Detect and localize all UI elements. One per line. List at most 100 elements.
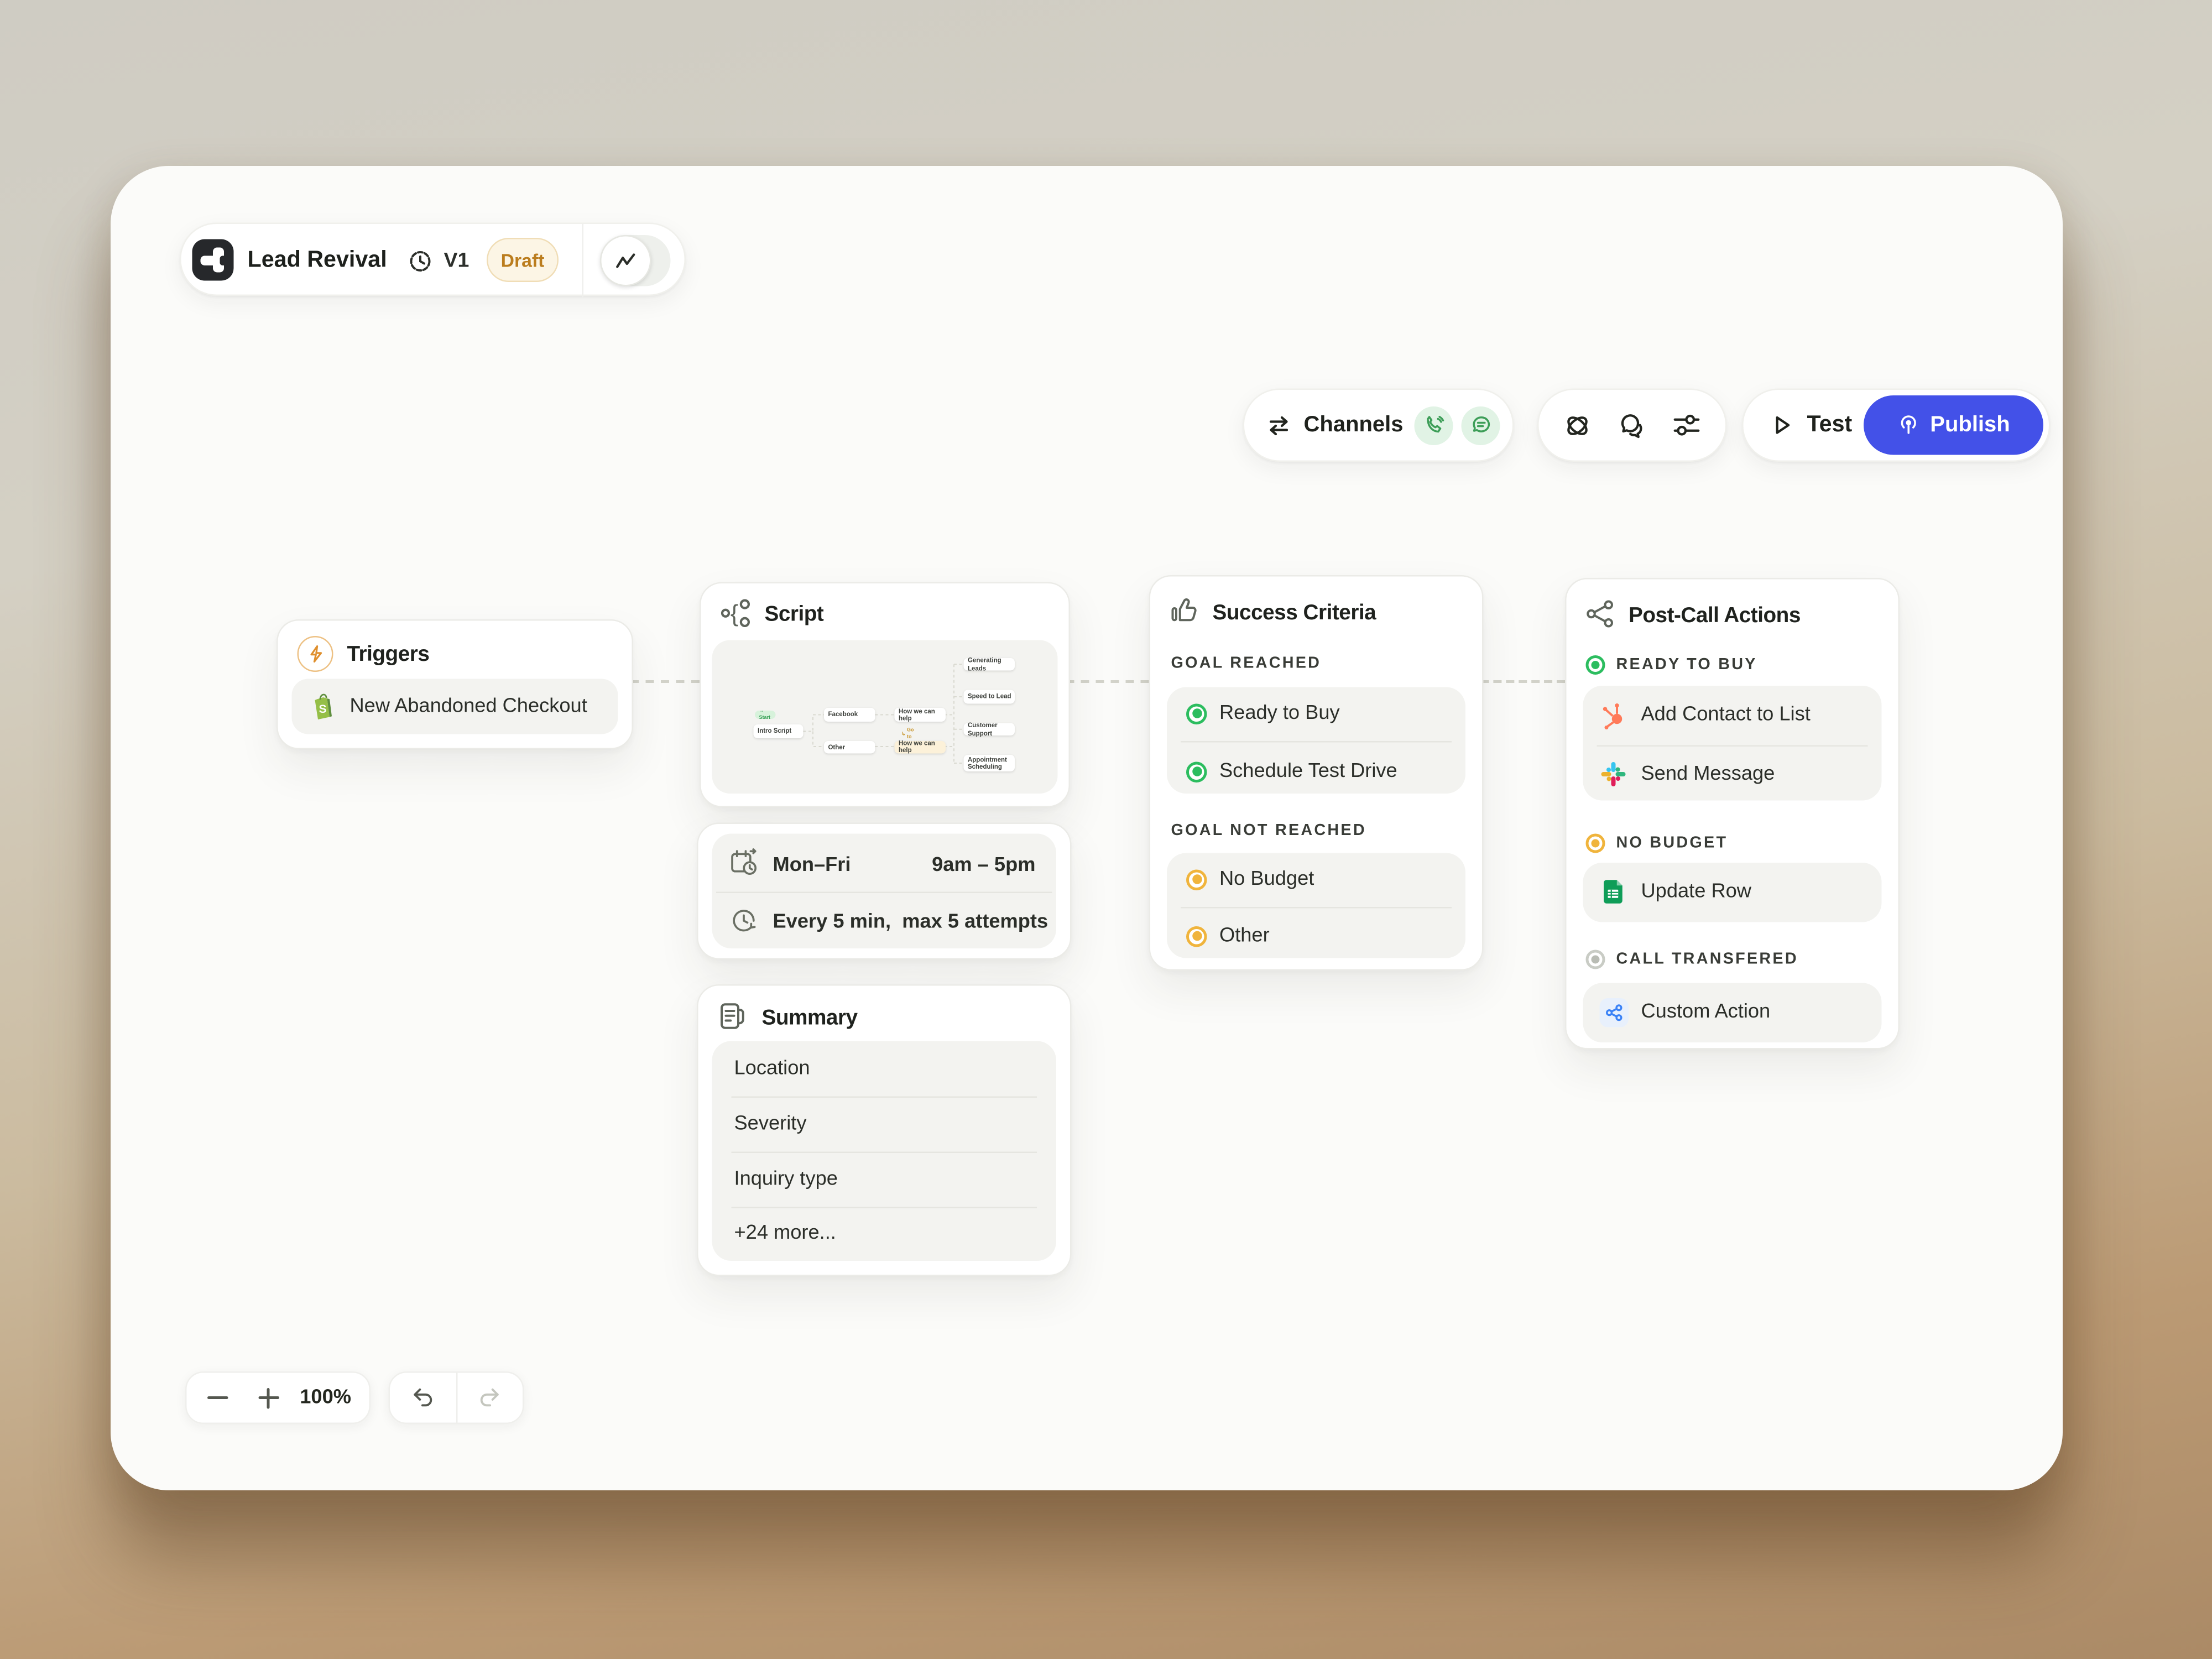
divider <box>732 1095 1037 1097</box>
radio-amber <box>1186 926 1207 947</box>
custom-action-icon <box>1600 998 1629 1027</box>
mini-node: Facebook <box>824 708 875 722</box>
document-icon <box>716 1000 749 1033</box>
zoom-controls: 100% <box>185 1371 371 1424</box>
broadcast-icon <box>1897 414 1921 437</box>
section-label: READY TO BUY <box>1616 657 1757 674</box>
zoom-level: 100% <box>300 1387 351 1409</box>
workflow-icon: { <box>719 596 754 631</box>
play-icon <box>1768 412 1795 439</box>
calendar-clock-icon <box>729 848 759 878</box>
history-icon[interactable] <box>408 249 433 274</box>
analytics-toggle[interactable] <box>600 235 671 286</box>
workflow-title: Lead Revival <box>248 247 387 273</box>
screenshot: Lead Revival V1 Draft <box>0 0 2212 1659</box>
trigger-label: New Abandoned Checkout <box>350 696 587 718</box>
connector <box>630 680 700 683</box>
connector <box>1481 680 1566 683</box>
card-title: Success Criteria <box>1213 602 1376 627</box>
script-card[interactable]: { Script → Start Intro Script Facebook <box>700 582 1070 808</box>
minus-icon <box>207 1396 228 1399</box>
action-label[interactable]: Send Message <box>1641 763 1775 785</box>
script-preview: → Start Intro Script Facebook Other How … <box>712 640 1058 794</box>
mini-start-badge: → Start <box>755 711 776 718</box>
divider <box>1181 906 1452 908</box>
summary-row[interactable]: Inquiry type <box>734 1168 838 1191</box>
transfer-icon <box>1266 413 1291 437</box>
phone-icon <box>1423 415 1444 436</box>
divider <box>582 224 584 298</box>
phone-channel-badge[interactable] <box>1415 406 1453 445</box>
app-logo[interactable] <box>192 239 234 281</box>
message-channel-badge[interactable] <box>1462 406 1500 445</box>
failure-option[interactable]: Other <box>1219 925 1270 947</box>
trigger-item[interactable]: S New Abandoned Checkout <box>292 679 618 734</box>
triggers-card[interactable]: Triggers S New Abandoned Checkout <box>276 619 633 749</box>
radio-green <box>1186 761 1207 782</box>
undo-button[interactable] <box>390 1384 456 1412</box>
mini-node: Generating Leads <box>964 658 1015 671</box>
radio-amber <box>1186 869 1207 890</box>
workflow-header-pill: Lead Revival V1 Draft <box>180 223 686 296</box>
mini-node: Other <box>824 740 875 754</box>
slack-icon <box>1600 760 1627 788</box>
mini-node: Intro Script <box>754 724 804 738</box>
redo-button[interactable] <box>457 1384 523 1412</box>
test-button[interactable]: Test <box>1807 412 1853 439</box>
chat-bubbles-icon[interactable] <box>1617 410 1647 440</box>
card-title: Triggers <box>347 643 430 668</box>
bolt-icon <box>298 636 333 672</box>
message-icon <box>1470 415 1491 436</box>
svg-text:{: { <box>731 600 738 627</box>
radio-green <box>1586 655 1605 675</box>
summary-more-row[interactable]: +24 more... <box>734 1222 836 1244</box>
sliders-icon[interactable] <box>1671 410 1702 440</box>
schedule-card[interactable]: Mon–Fri 9am – 5pm Every 5 min, max 5 att… <box>697 823 1072 960</box>
mini-goto-label: ↳Go to <box>898 731 920 737</box>
mini-node-highlighted: How we can help <box>895 740 946 754</box>
mini-node: Customer Support <box>964 723 1015 736</box>
summary-row[interactable]: Location <box>734 1058 810 1080</box>
svg-text:S: S <box>319 702 327 716</box>
mini-node: How we can help <box>895 708 946 722</box>
knot-icon[interactable] <box>1563 410 1593 440</box>
radio-green <box>1186 703 1207 724</box>
goal-reached-label: GOAL REACHED <box>1171 655 1322 672</box>
undo-icon <box>409 1384 436 1412</box>
divider <box>1181 740 1452 742</box>
section-label: NO BUDGET <box>1616 835 1728 852</box>
channels-button[interactable]: Channels <box>1243 389 1514 462</box>
action-label[interactable]: Add Contact to List <box>1641 704 1811 726</box>
card-title: Script <box>765 603 824 628</box>
card-title: Summary <box>762 1006 858 1031</box>
thumbs-up-icon <box>1168 594 1202 628</box>
shopify-icon: S <box>309 691 336 722</box>
failure-option[interactable]: No Budget <box>1219 868 1314 890</box>
history-controls <box>389 1371 524 1424</box>
success-option[interactable]: Ready to Buy <box>1219 702 1340 724</box>
activity-icon <box>615 252 637 270</box>
divider <box>732 1151 1037 1152</box>
summary-card[interactable]: Summary Location Severity Inquiry type +… <box>697 984 1072 1276</box>
publish-button[interactable]: Publish <box>1864 395 2043 455</box>
card-title: Post-Call Actions <box>1629 604 1801 629</box>
goal-not-reached-label: GOAL NOT REACHED <box>1171 823 1366 839</box>
version-label[interactable]: V1 <box>444 249 469 273</box>
post-call-actions-card[interactable]: Post-Call Actions READY TO BUY Add Conta… <box>1565 578 1900 1050</box>
mini-node: Speed to Lead <box>964 690 1015 704</box>
zoom-out-button[interactable] <box>187 1396 248 1399</box>
retry-policy: Every 5 min, max 5 attempts <box>773 911 1048 933</box>
zoom-in-button[interactable] <box>248 1396 289 1399</box>
success-criteria-card[interactable]: Success Criteria GOAL REACHED Ready to B… <box>1149 575 1484 971</box>
publish-label: Publish <box>1930 413 2010 437</box>
app-window: Lead Revival V1 Draft <box>111 166 2063 1490</box>
status-badge: Draft <box>487 238 559 282</box>
channels-label: Channels <box>1304 413 1404 437</box>
action-label[interactable]: Update Row <box>1641 881 1751 903</box>
summary-row[interactable]: Severity <box>734 1113 807 1135</box>
success-option[interactable]: Schedule Test Drive <box>1219 760 1397 782</box>
schedule-hours: 9am – 5pm <box>932 854 1035 876</box>
divider <box>716 891 1052 893</box>
action-label[interactable]: Custom Action <box>1641 1001 1771 1023</box>
toggle-knob[interactable] <box>600 235 651 286</box>
